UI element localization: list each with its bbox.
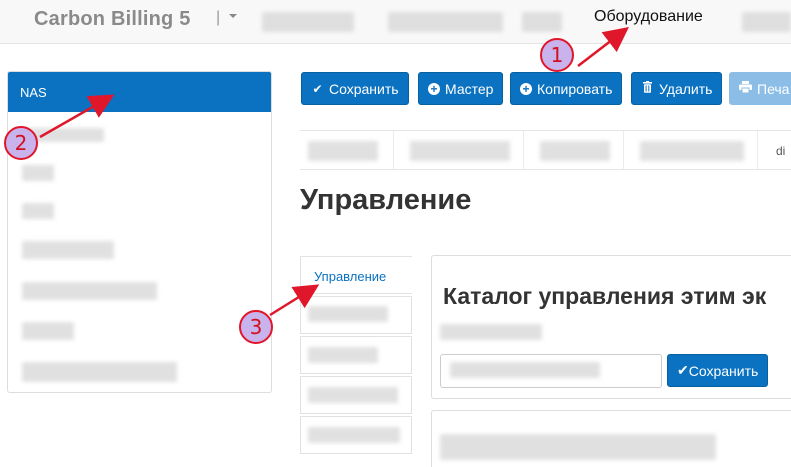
sidebar-item-blurred[interactable] <box>22 203 54 219</box>
save-button[interactable]: ✔ Сохранить <box>301 72 409 105</box>
sidebar-item-nas[interactable]: NAS <box>8 72 271 112</box>
sidebar-item-blurred[interactable] <box>22 362 177 382</box>
printer-icon <box>739 81 752 96</box>
nav-item-equipment[interactable]: Оборудование <box>594 8 703 26</box>
wizard-button[interactable]: + Мастер <box>418 72 504 105</box>
app-window: Carbon Billing 5 | Оборудование NAS ✔ Со… <box>0 0 791 467</box>
print-button[interactable]: Печа <box>729 72 791 105</box>
vtab-label-blurred <box>308 427 400 443</box>
panel-heading-blurred <box>440 434 716 460</box>
panel-save-button[interactable]: ✔ Сохранить <box>667 354 769 387</box>
panel-title: Каталог управления этим эк <box>443 283 767 309</box>
sidebar-item-blurred[interactable] <box>22 165 54 181</box>
tab-label-blurred <box>410 141 510 161</box>
field-label-blurred <box>440 324 542 340</box>
vtab-label-blurred <box>308 347 378 363</box>
check-icon: ✔ <box>677 362 689 378</box>
nav-item-blurred[interactable] <box>388 12 503 32</box>
nav-item-blurred[interactable] <box>522 12 562 32</box>
sidebar: NAS <box>7 71 272 393</box>
delete-button[interactable]: Удалить <box>631 72 723 105</box>
tab-label-blurred <box>308 141 378 161</box>
annotation-marker-1: 1 <box>540 38 574 72</box>
chevron-down-icon[interactable] <box>229 14 237 18</box>
nav-item-blurred[interactable] <box>262 12 354 32</box>
tab-label-cut[interactable]: di <box>776 144 785 158</box>
tab-label-blurred <box>540 141 610 161</box>
sidebar-item-blurred[interactable] <box>22 282 157 300</box>
plus-circle-icon: + <box>428 82 440 95</box>
sidebar-item-blurred[interactable] <box>22 241 114 259</box>
vtab-label-blurred <box>308 306 388 322</box>
annotation-marker-3: 3 <box>239 310 273 344</box>
tab-label-blurred <box>640 141 744 161</box>
brand-separator: | <box>216 9 221 26</box>
annotation-marker-2: 2 <box>4 126 38 160</box>
vtab-label-blurred <box>308 387 398 403</box>
trash-icon <box>641 81 654 96</box>
copy-button[interactable]: + Копировать <box>510 72 623 105</box>
input-value-blurred <box>450 362 600 378</box>
check-icon: ✔ <box>312 81 323 96</box>
page-title: Управление <box>300 184 472 216</box>
top-navbar: Carbon Billing 5 | Оборудование <box>0 0 791 44</box>
brand-logo[interactable]: Carbon Billing 5 <box>34 8 191 31</box>
plus-circle-icon: + <box>520 82 532 95</box>
nav-item-blurred[interactable] <box>742 12 791 32</box>
sidebar-item-label: NAS <box>20 85 47 100</box>
vtab-management[interactable]: Управление <box>300 256 412 294</box>
sidebar-item-blurred[interactable] <box>22 322 74 340</box>
